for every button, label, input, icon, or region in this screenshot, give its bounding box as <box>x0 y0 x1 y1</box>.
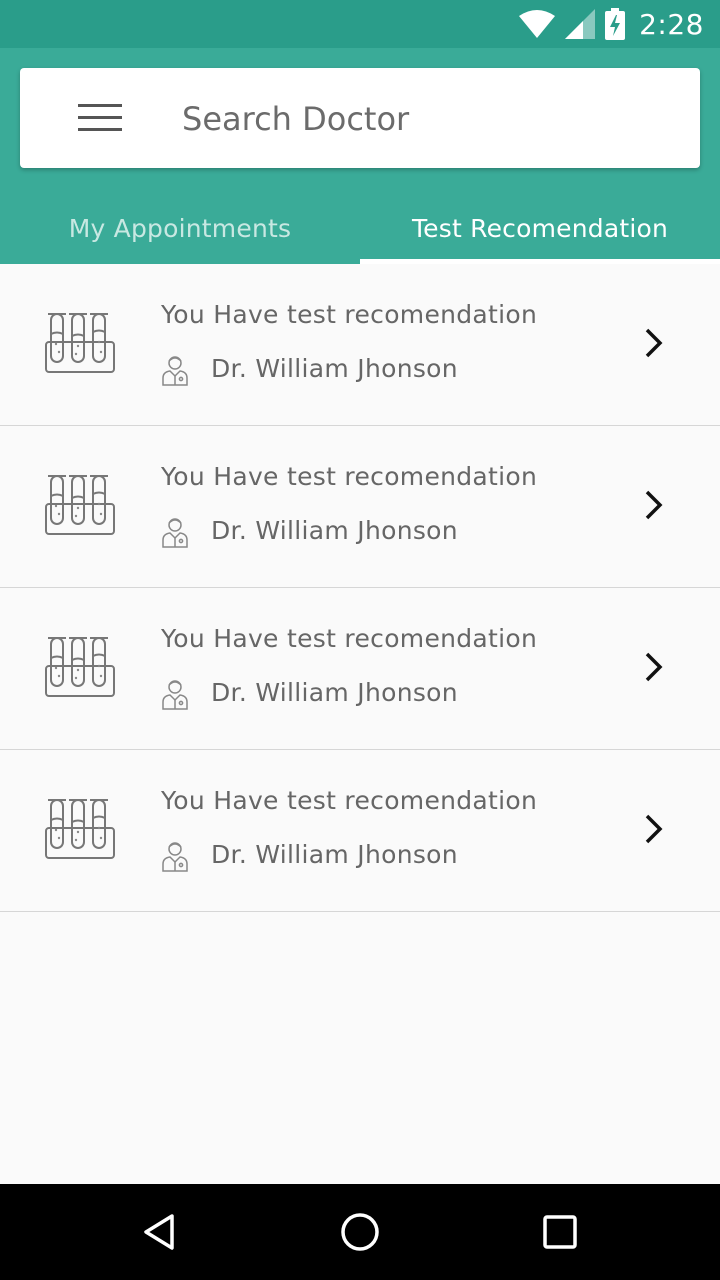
recommendation-list: You Have test recomendation Dr. William … <box>0 264 720 912</box>
item-title: You Have test recomendation <box>161 462 538 491</box>
list-item[interactable]: You Have test recomendation Dr. William … <box>0 264 720 426</box>
tab-label: My Appointments <box>68 213 292 243</box>
chevron-right-icon <box>645 814 663 844</box>
doctor-name: Dr. William Jhonson <box>211 840 458 869</box>
doctor-name: Dr. William Jhonson <box>211 354 458 383</box>
search-input[interactable] <box>180 90 684 148</box>
chevron-right-icon <box>645 328 663 358</box>
chevron-right-icon <box>645 490 663 520</box>
doctor-icon <box>162 518 188 548</box>
wifi-icon <box>519 10 556 38</box>
app-header: My Appointments Test Recomendation <box>0 48 720 264</box>
list-item[interactable]: You Have test recomendation Dr. William … <box>0 750 720 912</box>
test-tubes-icon <box>45 637 115 697</box>
cell-signal-icon <box>565 9 596 39</box>
recents-icon[interactable] <box>538 1210 582 1254</box>
tab-test-recomendation[interactable]: Test Recomendation <box>360 192 720 264</box>
status-icons: 2:28 <box>519 0 704 48</box>
doctor-name: Dr. William Jhonson <box>211 516 458 545</box>
tab-label: Test Recomendation <box>411 213 669 243</box>
item-title: You Have test recomendation <box>161 624 538 653</box>
doctor-icon <box>162 842 188 872</box>
doctor-icon <box>162 356 188 386</box>
battery-charging-icon <box>605 8 626 40</box>
doctor-icon <box>162 680 188 710</box>
test-tubes-icon <box>45 313 115 373</box>
item-title: You Have test recomendation <box>161 300 538 329</box>
system-nav-bar <box>0 1184 720 1280</box>
test-tubes-icon <box>45 475 115 535</box>
doctor-name: Dr. William Jhonson <box>211 678 458 707</box>
tab-bar: My Appointments Test Recomendation <box>0 192 720 264</box>
search-bar <box>20 68 700 168</box>
hamburger-menu-icon[interactable] <box>78 98 124 138</box>
test-tubes-icon <box>45 799 115 859</box>
tab-my-appointments[interactable]: My Appointments <box>0 192 360 264</box>
list-item[interactable]: You Have test recomendation Dr. William … <box>0 426 720 588</box>
chevron-right-icon <box>645 652 663 682</box>
home-icon[interactable] <box>338 1210 382 1254</box>
list-item[interactable]: You Have test recomendation Dr. William … <box>0 588 720 750</box>
status-bar: 2:28 <box>0 0 720 48</box>
back-icon[interactable] <box>138 1210 182 1254</box>
status-time: 2:28 <box>639 7 704 41</box>
item-title: You Have test recomendation <box>161 786 538 815</box>
